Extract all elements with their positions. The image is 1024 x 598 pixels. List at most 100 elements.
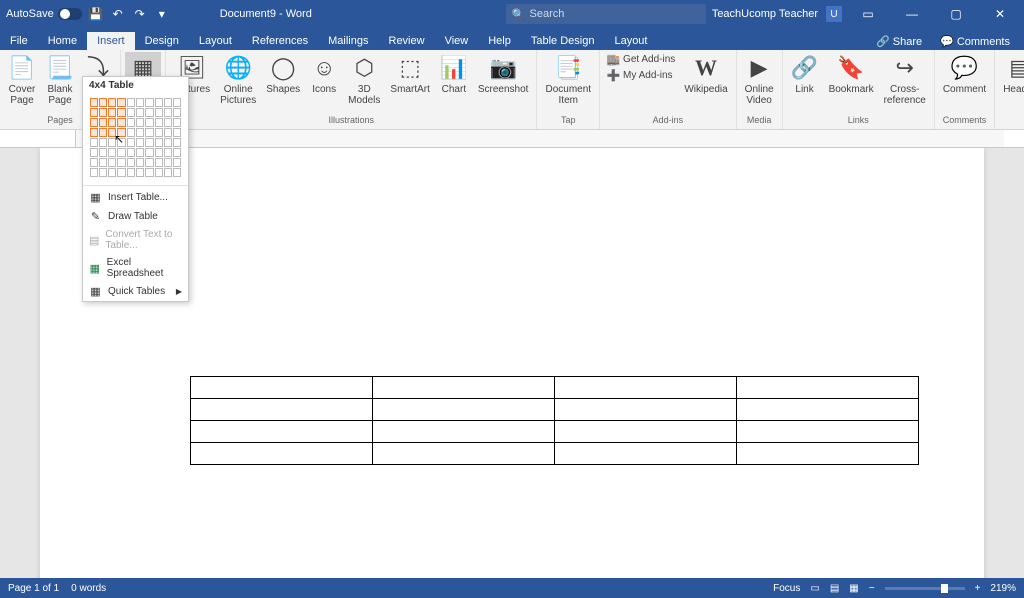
grid-cell[interactable] bbox=[136, 168, 144, 177]
grid-cell[interactable] bbox=[164, 168, 172, 177]
comment-button[interactable]: 💬Comment bbox=[939, 52, 990, 97]
online-video-button[interactable]: ▶Online Video bbox=[741, 52, 778, 108]
grid-cell[interactable] bbox=[127, 108, 135, 117]
word-count[interactable]: 0 words bbox=[71, 583, 106, 594]
grid-cell[interactable] bbox=[99, 148, 107, 157]
table-row[interactable] bbox=[191, 377, 919, 399]
get-addins-button[interactable]: 🏬Get Add-ins bbox=[604, 52, 678, 67]
grid-cell[interactable] bbox=[173, 148, 181, 157]
bookmark-button[interactable]: 🔖Bookmark bbox=[825, 52, 878, 97]
my-addins-button[interactable]: ➕My Add-ins bbox=[604, 68, 678, 83]
grid-cell[interactable] bbox=[99, 118, 107, 127]
grid-cell[interactable] bbox=[155, 128, 163, 137]
grid-cell[interactable] bbox=[145, 138, 153, 147]
grid-cell[interactable] bbox=[127, 118, 135, 127]
grid-cell[interactable] bbox=[145, 118, 153, 127]
grid-cell[interactable] bbox=[164, 118, 172, 127]
tab-view[interactable]: View bbox=[435, 32, 479, 50]
grid-cell[interactable] bbox=[127, 148, 135, 157]
grid-cell[interactable] bbox=[99, 108, 107, 117]
table-row[interactable] bbox=[191, 399, 919, 421]
zoom-level[interactable]: 219% bbox=[990, 583, 1016, 594]
grid-cell[interactable] bbox=[90, 108, 98, 117]
search-input[interactable]: 🔍 Search bbox=[506, 4, 706, 24]
draw-table-item[interactable]: ✎Draw Table bbox=[83, 207, 188, 226]
grid-cell[interactable] bbox=[127, 168, 135, 177]
grid-cell[interactable] bbox=[136, 118, 144, 127]
grid-cell[interactable] bbox=[99, 128, 107, 137]
excel-spreadsheet-item[interactable]: ▦Excel Spreadsheet bbox=[83, 254, 188, 282]
3d-models-button[interactable]: ⬡3D Models bbox=[344, 52, 384, 108]
grid-cell[interactable] bbox=[108, 148, 116, 157]
grid-cell[interactable] bbox=[108, 138, 116, 147]
document-item-button[interactable]: 📑Document Item bbox=[541, 52, 595, 108]
maximize-icon[interactable]: ▢ bbox=[938, 0, 974, 28]
header-button[interactable]: ▤Header bbox=[999, 52, 1024, 97]
grid-cell[interactable] bbox=[117, 158, 125, 167]
screenshot-button[interactable]: 📷Screenshot bbox=[474, 52, 533, 97]
tab-references[interactable]: References bbox=[242, 32, 318, 50]
grid-cell[interactable] bbox=[90, 138, 98, 147]
quick-tables-item[interactable]: ▦Quick Tables▶ bbox=[83, 282, 188, 301]
grid-cell[interactable] bbox=[155, 158, 163, 167]
grid-cell[interactable] bbox=[145, 148, 153, 157]
chart-button[interactable]: 📊Chart bbox=[436, 52, 472, 97]
online-pictures-button[interactable]: 🌐Online Pictures bbox=[216, 52, 260, 108]
grid-cell[interactable] bbox=[145, 98, 153, 107]
grid-cell[interactable] bbox=[99, 168, 107, 177]
grid-cell[interactable] bbox=[145, 128, 153, 137]
grid-cell[interactable] bbox=[136, 158, 144, 167]
grid-cell[interactable] bbox=[117, 148, 125, 157]
grid-cell[interactable] bbox=[117, 98, 125, 107]
grid-cell[interactable] bbox=[164, 158, 172, 167]
grid-cell[interactable] bbox=[117, 108, 125, 117]
minimize-icon[interactable]: — bbox=[894, 0, 930, 28]
view-read-icon[interactable]: ▭ bbox=[810, 583, 819, 594]
grid-cell[interactable] bbox=[136, 108, 144, 117]
grid-cell[interactable] bbox=[108, 128, 116, 137]
tab-home[interactable]: Home bbox=[38, 32, 87, 50]
table-row[interactable] bbox=[191, 421, 919, 443]
qat-dropdown-icon[interactable]: ▾ bbox=[154, 6, 170, 22]
cover-page-button[interactable]: 📄Cover Page bbox=[4, 52, 40, 108]
grid-cell[interactable] bbox=[117, 168, 125, 177]
grid-cell[interactable] bbox=[136, 138, 144, 147]
grid-cell[interactable] bbox=[173, 158, 181, 167]
grid-cell[interactable] bbox=[155, 168, 163, 177]
zoom-out-icon[interactable]: − bbox=[869, 583, 875, 594]
grid-cell[interactable] bbox=[164, 108, 172, 117]
inserted-table[interactable] bbox=[190, 376, 919, 465]
grid-cell[interactable] bbox=[90, 158, 98, 167]
grid-cell[interactable] bbox=[145, 168, 153, 177]
grid-cell[interactable] bbox=[173, 118, 181, 127]
grid-cell[interactable] bbox=[145, 108, 153, 117]
autosave-toggle[interactable]: AutoSave bbox=[6, 8, 82, 20]
blank-page-button[interactable]: 📃Blank Page bbox=[42, 52, 78, 108]
grid-cell[interactable] bbox=[173, 138, 181, 147]
grid-cell[interactable] bbox=[173, 108, 181, 117]
shapes-button[interactable]: ◯Shapes bbox=[262, 52, 304, 97]
grid-cell[interactable] bbox=[99, 158, 107, 167]
grid-cell[interactable] bbox=[108, 158, 116, 167]
page-indicator[interactable]: Page 1 of 1 bbox=[8, 583, 59, 594]
wikipedia-button[interactable]: WWikipedia bbox=[680, 52, 731, 97]
comments-button[interactable]: 💬Comments bbox=[934, 33, 1016, 50]
close-icon[interactable]: ✕ bbox=[982, 0, 1018, 28]
grid-cell[interactable] bbox=[90, 118, 98, 127]
focus-mode[interactable]: Focus bbox=[773, 583, 800, 594]
grid-cell[interactable] bbox=[155, 118, 163, 127]
grid-cell[interactable] bbox=[155, 98, 163, 107]
grid-cell[interactable] bbox=[173, 168, 181, 177]
grid-cell[interactable] bbox=[173, 98, 181, 107]
tab-table-layout[interactable]: Layout bbox=[604, 32, 657, 50]
grid-cell[interactable] bbox=[127, 158, 135, 167]
tab-mailings[interactable]: Mailings bbox=[318, 32, 378, 50]
grid-cell[interactable] bbox=[90, 168, 98, 177]
grid-cell[interactable] bbox=[117, 118, 125, 127]
table-row[interactable] bbox=[191, 443, 919, 465]
tab-review[interactable]: Review bbox=[379, 32, 435, 50]
grid-cell[interactable] bbox=[99, 138, 107, 147]
grid-cell[interactable] bbox=[108, 108, 116, 117]
grid-cell[interactable] bbox=[136, 148, 144, 157]
grid-cell[interactable] bbox=[136, 98, 144, 107]
